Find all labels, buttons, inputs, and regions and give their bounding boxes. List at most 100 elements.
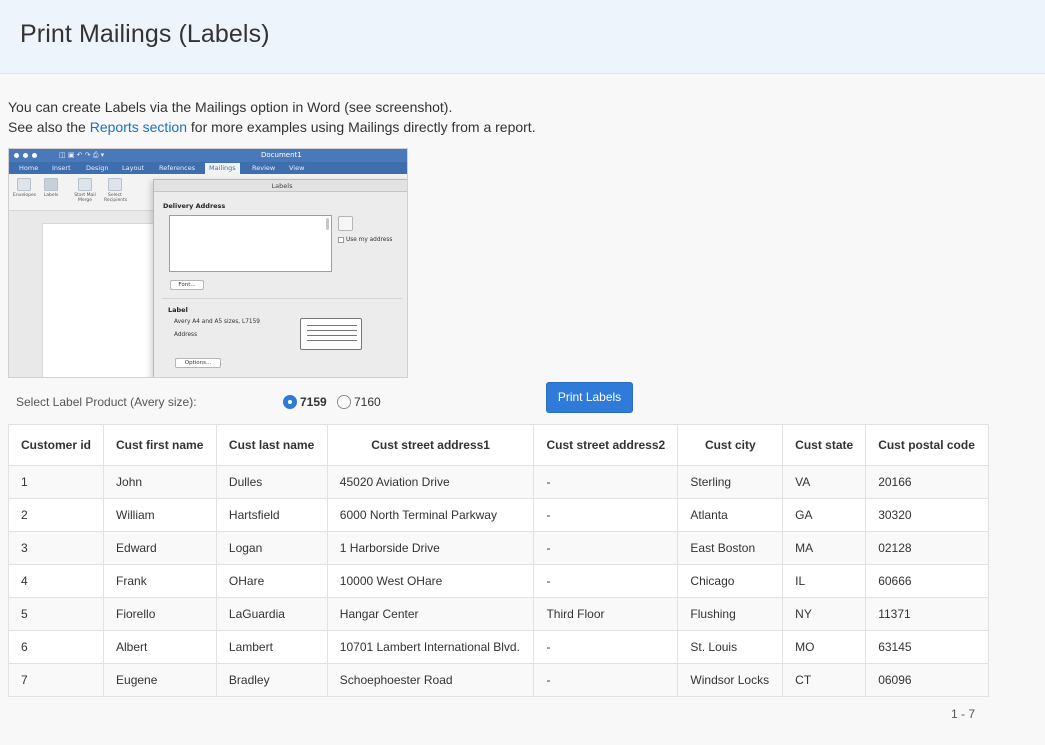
envelopes-icon: Envelopes xyxy=(13,178,36,198)
table-header-row: Customer id Cust first name Cust last na… xyxy=(7,424,989,466)
delivery-address-heading: Delivery Address xyxy=(163,202,226,210)
document-name: Document1 xyxy=(261,151,302,159)
table-row[interactable]: 5 Fiorello LaGuardia Hangar Center Third Flo… xyxy=(7,597,989,631)
table-cell: Flushing xyxy=(677,597,784,631)
word-tab: References xyxy=(159,164,196,172)
table-cell: William xyxy=(103,498,217,532)
label-product-name: Avery A4 and A5 sizes, L7159 xyxy=(174,319,260,325)
table-cell: Sterling xyxy=(677,465,784,499)
word-title-bar: ◫ ▣ ↶ ↷ ⎙ ▾ Document1 xyxy=(9,149,407,162)
table-cell: Atlanta xyxy=(677,498,784,532)
table-cell: 10000 West OHare xyxy=(326,564,535,598)
table-cell: East Boston xyxy=(677,531,784,565)
delivery-address-box xyxy=(169,215,332,272)
table-cell: Bradley xyxy=(215,663,328,697)
options-button: Options... xyxy=(175,358,221,368)
reports-section-link[interactable]: Reports section xyxy=(90,119,187,135)
table-cell: 02128 xyxy=(865,531,989,565)
column-header[interactable]: Cust street address2 xyxy=(533,424,679,466)
column-header[interactable]: Cust street address1 xyxy=(326,424,535,466)
table-cell: Edward xyxy=(103,531,217,565)
radio-option-7160[interactable]: 7160 xyxy=(337,393,381,411)
word-mailings-screenshot: ◫ ▣ ↶ ↷ ⎙ ▾ Document1 Home Insert Design… xyxy=(8,148,408,378)
print-labels-button[interactable]: Print Labels xyxy=(546,382,633,413)
table-cell: OHare xyxy=(215,564,328,598)
table-cell: 63145 xyxy=(865,630,989,664)
table-cell: Frank xyxy=(103,564,217,598)
table-cell: - xyxy=(533,564,679,598)
table-cell: Lambert xyxy=(215,630,328,664)
use-my-address-checkbox xyxy=(338,237,344,243)
table-cell: Schoephoester Road xyxy=(326,663,535,697)
label-preview-icon xyxy=(300,318,362,350)
table-cell: 06096 xyxy=(865,663,989,697)
table-cell: - xyxy=(533,465,679,499)
intro-text: You can create Labels via the Mailings o… xyxy=(8,97,536,137)
word-tab: Design xyxy=(86,164,109,172)
radio-checked-icon[interactable] xyxy=(283,395,297,409)
table-cell: 2 xyxy=(7,498,105,532)
table-cell: Chicago xyxy=(677,564,784,598)
window-zoom-icon xyxy=(32,153,37,158)
pagination-range: 1 - 7 xyxy=(951,707,976,721)
radio-option-7159[interactable]: 7159 xyxy=(283,393,327,411)
table-cell: 20166 xyxy=(865,465,989,499)
table-cell: Fiorello xyxy=(103,597,217,631)
table-cell: 10701 Lambert International Blvd. xyxy=(326,630,535,664)
table-cell: 6000 North Terminal Parkway xyxy=(326,498,535,532)
table-cell: IL xyxy=(782,564,867,598)
use-my-address-label: Use my address xyxy=(346,237,393,243)
table-cell: NY xyxy=(782,597,867,631)
table-cell: Windsor Locks xyxy=(677,663,784,697)
intro-line-2-before: See also the xyxy=(8,119,90,135)
table-cell: Logan xyxy=(215,531,328,565)
table-cell: 7 xyxy=(7,663,105,697)
column-header[interactable]: Customer id xyxy=(7,424,105,466)
table-cell: 11371 xyxy=(865,597,989,631)
word-tab: Insert xyxy=(52,164,71,172)
word-tab: Review xyxy=(252,164,276,172)
table-cell: MO xyxy=(782,630,867,664)
intro-line-1: You can create Labels via the Mailings o… xyxy=(8,99,453,115)
table-row[interactable]: 4 Frank OHare 10000 West OHare - Chicago IL 606… xyxy=(7,564,989,598)
table-cell: 30320 xyxy=(865,498,989,532)
address-book-icon xyxy=(338,216,353,231)
radio-unchecked-icon[interactable] xyxy=(337,395,351,409)
table-row[interactable]: 2 William Hartsfield 6000 North Terminal Pa… xyxy=(7,498,989,532)
table-row[interactable]: 7 Eugene Bradley Schoephoester Road - Windsor… xyxy=(7,663,989,697)
table-cell: GA xyxy=(782,498,867,532)
table-cell: Dulles xyxy=(215,465,328,499)
labels-dialog-title: Labels xyxy=(154,180,407,192)
labels-icon: Labels xyxy=(40,178,62,198)
table-cell: LaGuardia xyxy=(215,597,328,631)
table-row[interactable]: 1 John Dulles 45020 Aviation Drive - Sterling… xyxy=(7,465,989,499)
table-cell: St. Louis xyxy=(677,630,784,664)
table-cell: MA xyxy=(782,531,867,565)
intro-line-2: See also the Reports section for more ex… xyxy=(8,117,536,137)
label-type: Address xyxy=(174,332,198,338)
radio-label-7159: 7159 xyxy=(300,395,327,409)
table-cell: 1 Harborside Drive xyxy=(326,531,535,565)
column-header[interactable]: Cust postal code xyxy=(865,424,989,466)
table-row[interactable]: 6 Albert Lambert 10701 Lambert Internationa… xyxy=(7,630,989,664)
label-product-select-label: Select Label Product (Avery size): xyxy=(16,395,197,409)
table-row[interactable]: 3 Edward Logan 1 Harborside Drive - East Bost… xyxy=(7,531,989,565)
table-cell: John xyxy=(103,465,217,499)
word-ribbon-tabs: Home Insert Design Layout References Mai… xyxy=(9,162,407,174)
window-minimize-icon xyxy=(23,153,28,158)
table-cell: 3 xyxy=(7,531,105,565)
table-cell: - xyxy=(533,663,679,697)
labels-dialog: Labels Delivery Address Use my address F… xyxy=(153,179,407,377)
word-document-page xyxy=(42,223,162,377)
table-cell: - xyxy=(533,531,679,565)
column-header[interactable]: Cust last name xyxy=(215,424,328,466)
column-header[interactable]: Cust first name xyxy=(103,424,217,466)
column-header[interactable]: Cust city xyxy=(677,424,784,466)
table-cell: Albert xyxy=(103,630,217,664)
table-cell: 6 xyxy=(7,630,105,664)
quick-access-icons: ◫ ▣ ↶ ↷ ⎙ ▾ xyxy=(59,151,105,159)
column-header[interactable]: Cust state xyxy=(782,424,867,466)
table-cell: 45020 Aviation Drive xyxy=(326,465,535,499)
table-cell: Hartsfield xyxy=(215,498,328,532)
font-button: Font... xyxy=(170,280,204,290)
